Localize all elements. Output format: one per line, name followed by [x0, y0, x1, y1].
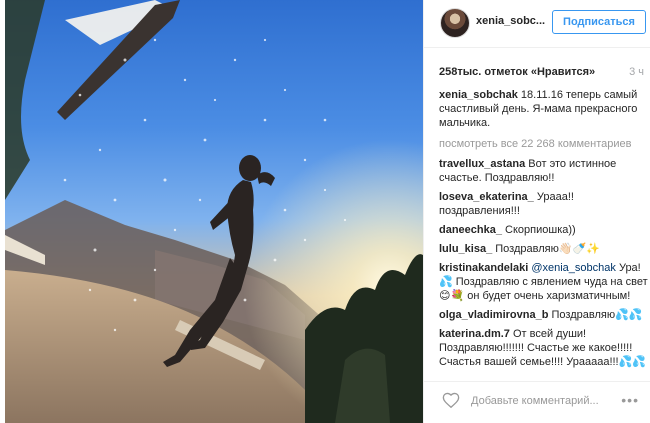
- comment-item: olga_vladimirovna_b Поздравляю💦💦: [439, 308, 649, 322]
- comment-username[interactable]: olga_vladimirovna_b: [439, 309, 548, 321]
- caption-username[interactable]: xenia_sobchak: [439, 89, 518, 101]
- follow-button[interactable]: Подписаться: [552, 10, 646, 34]
- post-photo[interactable]: [5, 0, 423, 423]
- comment-text: Скорпиошка)): [501, 224, 576, 236]
- comment-username[interactable]: lulu_kisa_: [439, 243, 492, 255]
- comment-item: lulu_kisa_ Поздравляю👋🏻🍼✨: [439, 242, 649, 256]
- comment-username[interactable]: loseva_ekaterina_: [439, 191, 534, 203]
- more-options-icon[interactable]: •••: [621, 392, 639, 408]
- comment-footer: •••: [424, 381, 650, 423]
- comment-mention[interactable]: @xenia_sobchak: [528, 262, 616, 274]
- comment-username[interactable]: katerina.dm.7: [439, 328, 510, 340]
- photo-illustration: [5, 0, 423, 423]
- view-all-comments-link[interactable]: посмотреть все 22 268 комментариев: [439, 137, 649, 151]
- comment-text: Поздравляю💦💦: [548, 309, 643, 321]
- comment-username[interactable]: travellux_astana: [439, 158, 525, 170]
- post-time[interactable]: 3 ч: [629, 66, 644, 78]
- likes-count[interactable]: 258тыс. отметок «Нравится»: [439, 66, 595, 78]
- comment-item: daneechka_ Скорпиошка)): [439, 223, 649, 237]
- avatar[interactable]: [440, 8, 470, 38]
- comment-username[interactable]: daneechka_: [439, 224, 502, 236]
- post-sidebar: xenia_sobc... Подписаться 258тыс. отмето…: [423, 0, 650, 423]
- comment-item: travellux_astana Вот это истинное счасть…: [439, 157, 649, 185]
- comment-item: katerina.dm.7 От всей души! Поздравляю!!…: [439, 327, 649, 369]
- comment-text: Поздравляю👋🏻🍼✨: [492, 243, 600, 255]
- comments-list: xenia_sobchak 18.11.16 теперь самый счас…: [439, 88, 649, 374]
- header-username[interactable]: xenia_sobc...: [476, 15, 545, 27]
- post-header: xenia_sobc... Подписаться: [424, 0, 650, 48]
- heart-icon[interactable]: [442, 392, 460, 408]
- add-comment-input[interactable]: [471, 394, 621, 408]
- comment-item: kristinakandelaki @xenia_sobchak Ура! 💦 …: [439, 261, 649, 303]
- caption: xenia_sobchak 18.11.16 теперь самый счас…: [439, 88, 649, 130]
- comment-item: loseva_ekaterina_ Урааа!! поздравления!!…: [439, 190, 649, 218]
- comment-username[interactable]: kristinakandelaki: [439, 262, 528, 274]
